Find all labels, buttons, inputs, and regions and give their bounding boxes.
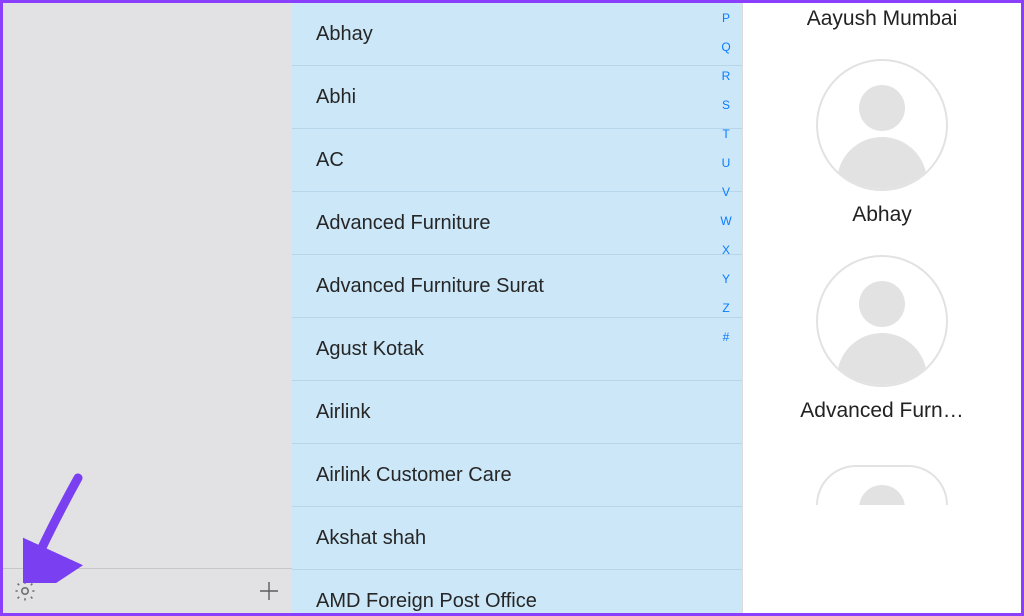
avatar [816,59,948,191]
card-name: Aayush Mumbai [807,7,958,31]
cards-scroll[interactable]: Aayush Mumbai Abhay Advanced Furn… [743,3,1021,505]
contact-name: Agust Kotak [316,338,424,361]
contacts-panel: Abhay Abhi AC Advanced Furniture Advance… [292,3,743,613]
contact-name: AC [316,149,344,172]
index-letter[interactable]: W [720,206,731,235]
contacts-list[interactable]: Abhay Abhi AC Advanced Furniture Advance… [292,3,742,613]
contact-row[interactable]: AC [292,129,742,192]
avatar [816,465,948,505]
contact-card[interactable]: Abhay [743,59,1021,255]
alpha-index[interactable]: P Q R S T U V W X Y Z # [714,3,738,351]
contact-name: Airlink Customer Care [316,464,512,487]
contact-row[interactable]: Abhi [292,66,742,129]
contact-row[interactable]: Abhay [292,3,742,66]
index-letter[interactable]: # [723,322,730,351]
card-name: Abhay [852,203,912,227]
contact-row[interactable]: Airlink [292,381,742,444]
index-letter[interactable]: Z [722,293,729,322]
index-letter[interactable]: V [722,177,730,206]
index-letter[interactable]: T [722,119,729,148]
index-letter[interactable]: Q [721,32,730,61]
contact-name: Akshat shah [316,527,426,550]
contact-row[interactable]: Advanced Furniture [292,192,742,255]
contact-row[interactable]: AMD Foreign Post Office [292,570,742,613]
contact-card[interactable]: Aayush Mumbai [743,3,1021,59]
contact-name: Airlink [316,401,370,424]
contact-name: AMD Foreign Post Office [316,590,537,613]
index-letter[interactable]: X [722,235,730,264]
plus-icon[interactable] [256,578,282,604]
contact-row[interactable]: Airlink Customer Care [292,444,742,507]
contact-name: Abhi [316,86,356,109]
sidebar [3,3,292,613]
contact-name: Advanced Furniture Surat [316,275,544,298]
avatar [816,255,948,387]
cards-panel: Aayush Mumbai Abhay Advanced Furn… [743,3,1021,613]
contact-row[interactable]: Agust Kotak [292,318,742,381]
index-letter[interactable]: Y [722,264,730,293]
contact-name: Abhay [316,23,373,46]
sidebar-toolbar [3,568,292,613]
app-window: Abhay Abhi AC Advanced Furniture Advance… [0,0,1024,616]
contact-row[interactable]: Akshat shah [292,507,742,570]
index-letter[interactable]: U [722,148,731,177]
contact-name: Advanced Furniture [316,212,491,235]
index-letter[interactable]: P [722,3,730,32]
contact-row[interactable]: Advanced Furniture Surat [292,255,742,318]
index-letter[interactable]: R [722,61,731,90]
annotation-arrow [23,473,103,583]
contact-card[interactable]: Advanced Furn… [743,255,1021,451]
card-name: Advanced Furn… [800,399,963,423]
contact-card[interactable] [743,451,1021,505]
gear-icon[interactable] [13,579,37,603]
index-letter[interactable]: S [722,90,730,119]
